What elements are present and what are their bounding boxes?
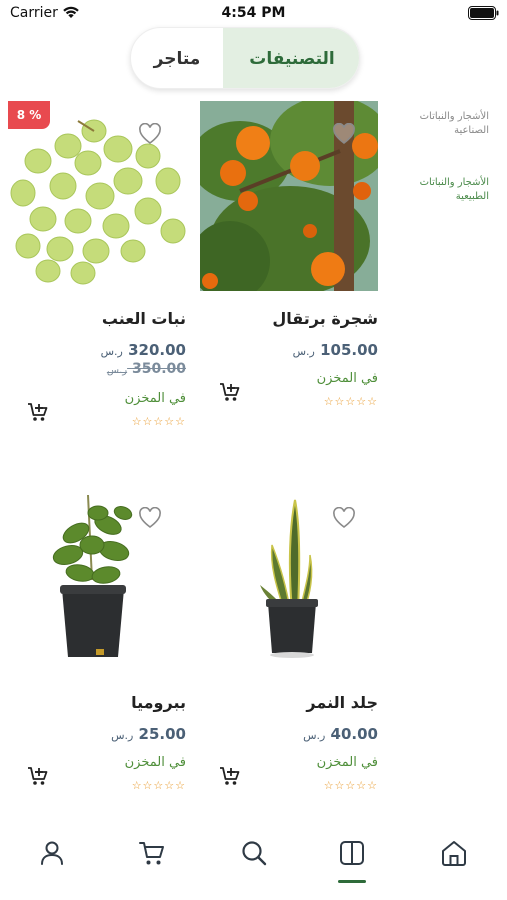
favorite-heart-icon[interactable]: [332, 123, 356, 145]
product-old-price: 350.00 ر.س: [106, 361, 186, 377]
product-card[interactable]: شجرة برتقال 105.00 ر.س في المخزن ☆☆☆☆☆: [200, 101, 384, 451]
stock-status: في المخزن: [124, 391, 186, 406]
sidebar-item-artificial-plants[interactable]: الأشجار والنباتات الصناعية: [389, 110, 489, 138]
nav-cart[interactable]: [122, 838, 182, 888]
nav-home[interactable]: [424, 838, 484, 888]
favorite-heart-icon[interactable]: [332, 507, 356, 529]
product-card[interactable]: ببروميا 25.00 ر.س في المخزن ☆☆☆☆☆: [8, 485, 192, 835]
product-card[interactable]: جلد النمر 40.00 ر.س في المخزن ☆☆☆☆☆: [200, 485, 384, 835]
rating-stars: ☆☆☆☆☆: [323, 395, 378, 408]
sidebar-item-natural-plants[interactable]: الأشجار والنباتات الطبيعية: [389, 176, 489, 204]
add-to-cart-icon[interactable]: [218, 381, 242, 403]
categories-icon: [340, 841, 364, 865]
view-segment-control: متاجر التصنيفات: [130, 27, 360, 89]
product-name[interactable]: ببروميا: [131, 693, 186, 712]
profile-icon: [41, 841, 63, 865]
product-name[interactable]: نبات العنب: [102, 309, 186, 328]
tab-categories[interactable]: التصنيفات: [223, 28, 359, 88]
stock-status: في المخزن: [124, 755, 186, 770]
clock-label: 4:54 PM: [221, 5, 286, 21]
active-tab-indicator: [338, 880, 366, 883]
cart-icon: [139, 842, 164, 865]
product-name[interactable]: جلد النمر: [306, 693, 378, 712]
product-price: 25.00 ر.س: [111, 725, 186, 743]
product-price: 320.00 ر.س: [100, 341, 186, 359]
rating-stars: ☆☆☆☆☆: [131, 779, 186, 792]
product-name[interactable]: شجرة برتقال: [272, 309, 378, 328]
bottom-navigation: [0, 820, 507, 900]
nav-profile[interactable]: [22, 838, 82, 888]
product-price: 40.00 ر.س: [303, 725, 378, 743]
favorite-heart-icon[interactable]: [138, 507, 162, 529]
favorite-heart-icon[interactable]: [138, 123, 162, 145]
tab-stores[interactable]: متاجر: [131, 28, 223, 88]
stock-status: في المخزن: [316, 371, 378, 386]
product-card[interactable]: 8 % نبات العنب 320.00 ر.س 350.00 ر.س في …: [8, 101, 192, 451]
stock-status: في المخزن: [316, 755, 378, 770]
add-to-cart-icon[interactable]: [218, 765, 242, 787]
battery-icon: [468, 6, 499, 20]
status-bar: Carrier 4:54 PM: [0, 0, 507, 28]
product-price: 105.00 ر.س: [292, 341, 378, 359]
add-to-cart-icon[interactable]: [26, 765, 50, 787]
discount-badge: 8 %: [8, 101, 50, 129]
rating-stars: ☆☆☆☆☆: [131, 415, 186, 428]
home-icon: [442, 841, 466, 866]
add-to-cart-icon[interactable]: [26, 401, 50, 423]
nav-search[interactable]: [224, 838, 284, 888]
search-icon: [242, 841, 267, 866]
rating-stars: ☆☆☆☆☆: [323, 779, 378, 792]
